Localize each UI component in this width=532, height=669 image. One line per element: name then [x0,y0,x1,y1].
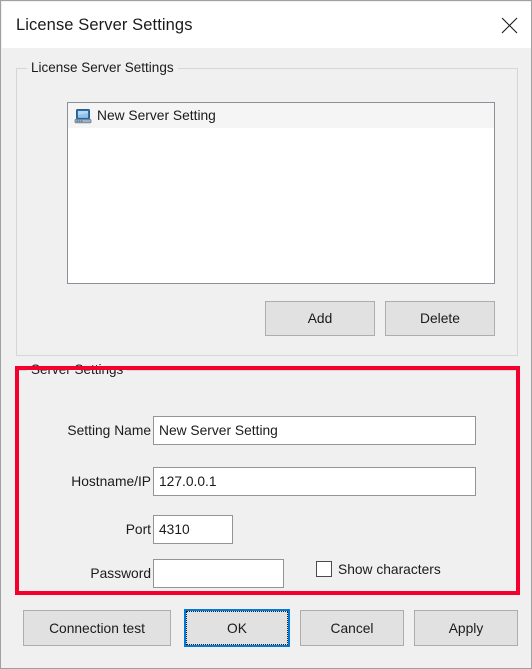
server-group-title: Server Settings [27,362,128,377]
connection-test-button[interactable]: Connection test [23,610,171,646]
cancel-button[interactable]: Cancel [300,610,404,646]
close-button[interactable] [486,2,531,48]
license-group-title: License Server Settings [27,60,178,75]
title-bar: License Server Settings [2,2,531,48]
hostname-ip-label: Hostname/IP [71,474,151,489]
delete-button[interactable]: Delete [385,301,495,336]
window-title: License Server Settings [16,15,193,34]
show-characters-checkbox[interactable]: Show characters [316,561,441,577]
apply-button[interactable]: Apply [414,610,518,646]
hostname-ip-input[interactable] [153,467,476,496]
computer-icon [74,107,92,125]
setting-name-input[interactable] [153,416,476,445]
password-input[interactable] [153,559,284,588]
ok-button-focus-ring: OK [184,609,290,647]
port-label: Port [125,522,151,537]
ok-button[interactable]: OK [186,611,288,645]
add-button[interactable]: Add [265,301,375,336]
server-settings-group: Server Settings Setting Name Hostname/IP… [16,362,518,592]
close-icon [501,17,518,34]
show-characters-label: Show characters [338,561,441,577]
dialog-body: License Server Settings New Server Setti… [2,48,531,668]
setting-name-label: Setting Name [67,423,151,438]
license-server-settings-dialog: License Server Settings License Server S… [0,0,532,669]
server-list[interactable]: New Server Setting [67,102,495,284]
checkbox-box[interactable] [316,561,332,577]
list-item[interactable]: New Server Setting [68,103,494,128]
password-label: Password [90,566,151,581]
list-item-label: New Server Setting [97,108,216,123]
port-input[interactable] [153,515,233,544]
license-server-settings-group: License Server Settings New Server Setti… [16,60,518,356]
